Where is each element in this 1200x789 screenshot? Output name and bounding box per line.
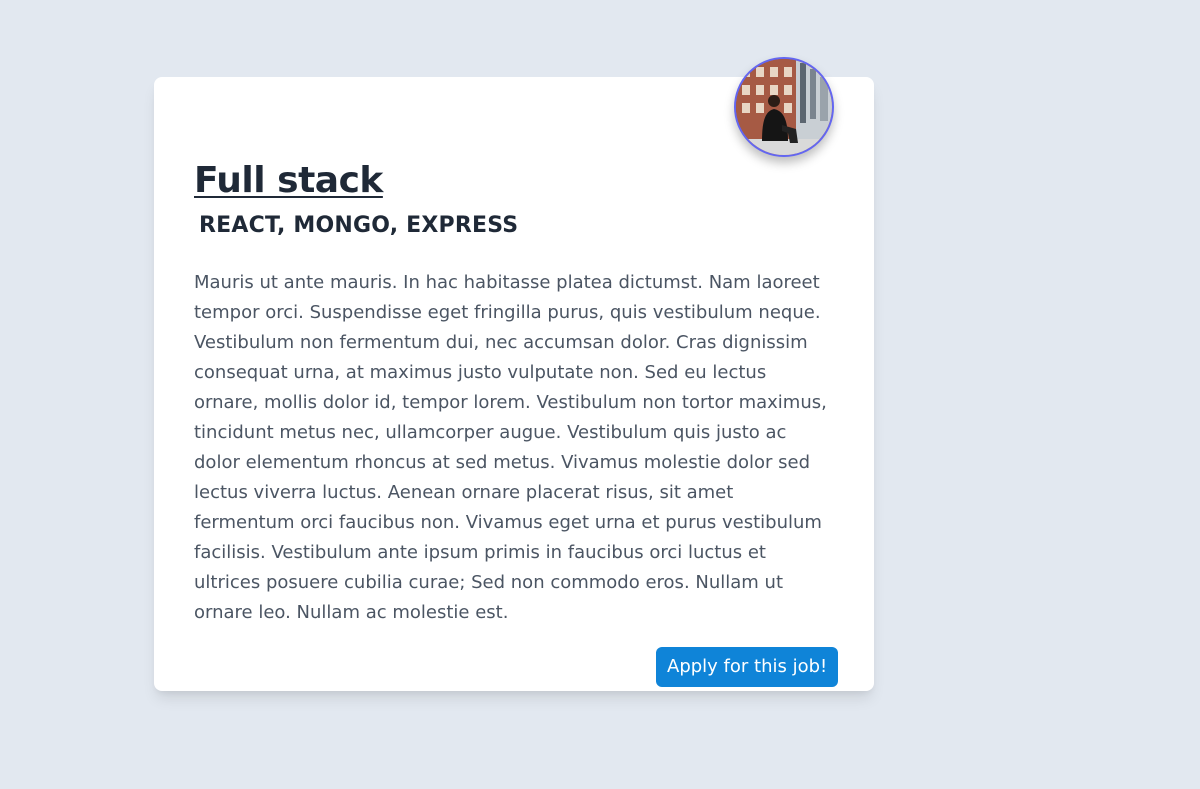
job-description: Mauris ut ante mauris. In hac habitasse …	[194, 272, 827, 623]
person-photo-avatar-icon	[736, 59, 832, 155]
avatar	[734, 57, 834, 157]
job-card: Full stack REACT, MONGO, EXPRESS Mauris …	[154, 57, 874, 691]
job-title: Full stack	[194, 160, 383, 201]
apply-button[interactable]: Apply for this job!	[656, 647, 839, 687]
job-tech-stack: REACT, MONGO, EXPRESS	[199, 213, 519, 238]
